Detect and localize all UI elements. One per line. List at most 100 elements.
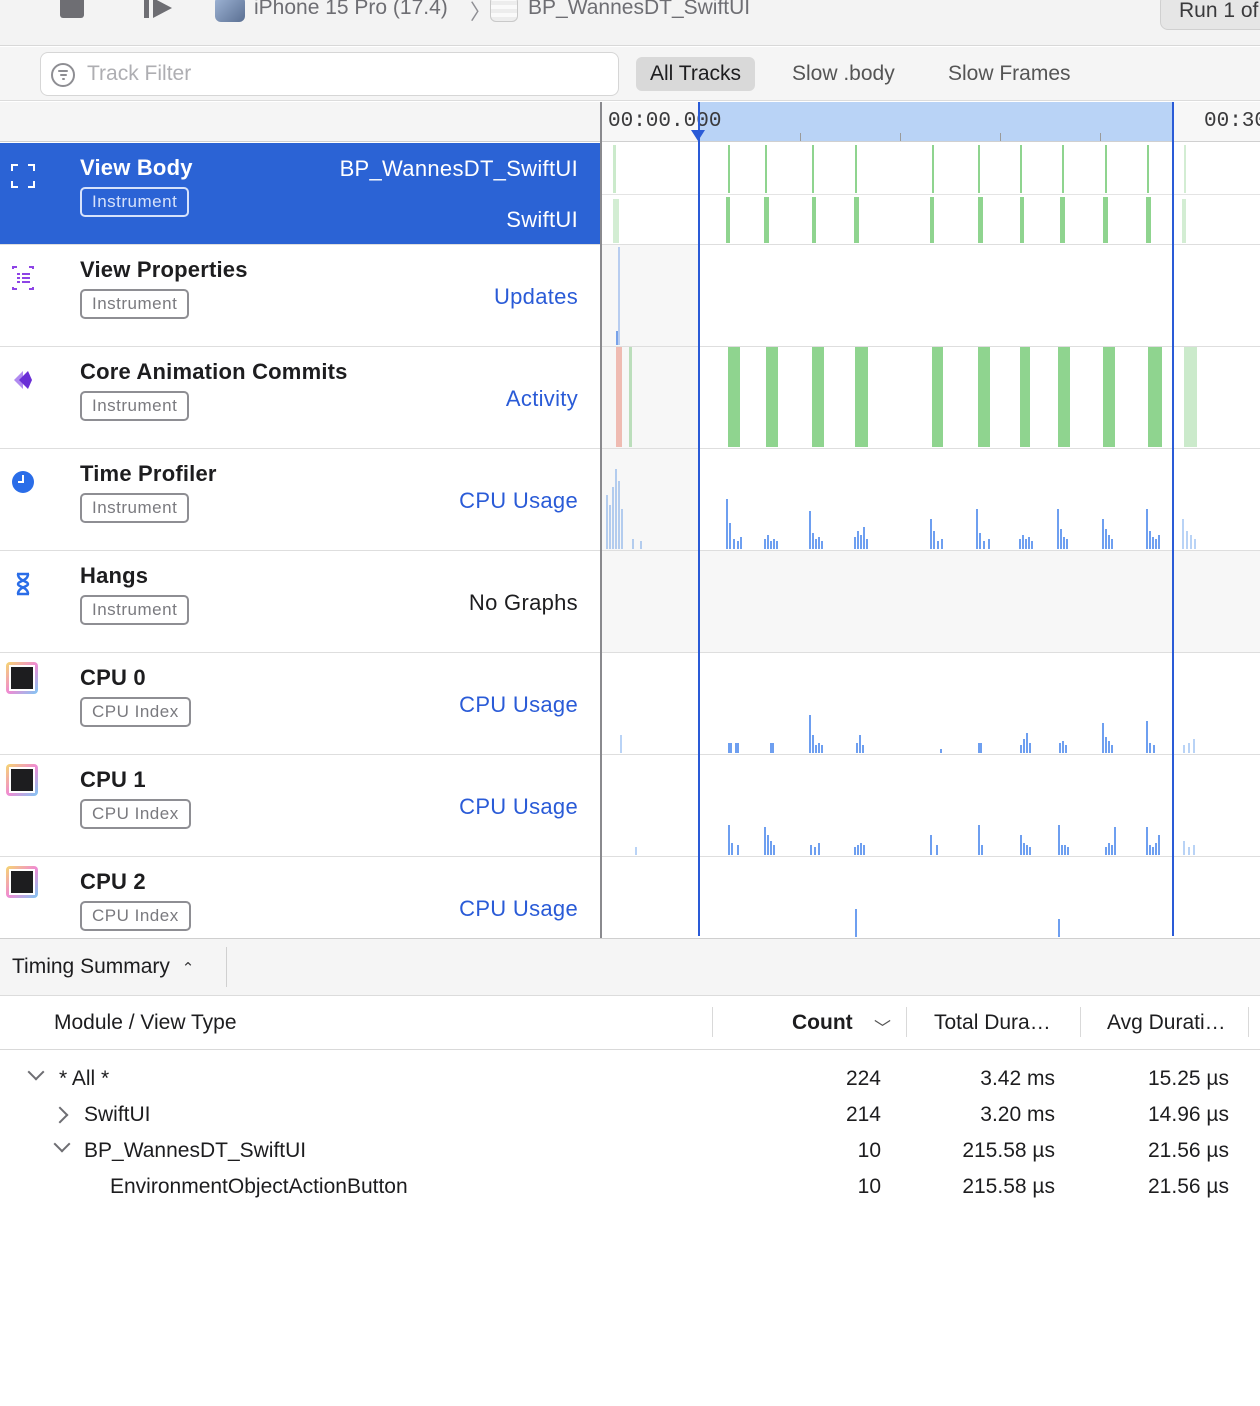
column-avg-duration[interactable]: Avg Durati…	[1107, 1011, 1226, 1035]
timing-summary-label: Timing Summary	[12, 955, 170, 978]
view-properties-graph	[616, 247, 620, 345]
target-label[interactable]: BP_WannesDT_SwiftUI	[528, 0, 750, 20]
track-subtrack-label: CPU Usage	[459, 794, 578, 819]
track-filter-field[interactable]	[40, 52, 619, 96]
time-profiler-icon	[12, 471, 34, 493]
track-label-pane: CPU 2 CPU Index CPU Usage	[0, 857, 600, 937]
column-count[interactable]: Count	[792, 1011, 853, 1035]
summary-table-header: Module / View Type Count ﹀ Total Dura… A…	[0, 997, 1260, 1050]
table-row[interactable]: * All * 224 3.42 ms 15.25 µs	[0, 1061, 1260, 1097]
up-down-chevron-icon: ⌃	[181, 960, 195, 977]
row-avg: 14.96 µs	[1148, 1103, 1229, 1126]
chevron-down-icon[interactable]	[27, 1063, 45, 1081]
track-subtrack-label: Activity	[505, 386, 578, 411]
track-graph[interactable]	[602, 143, 1260, 244]
row-avg: 21.56 µs	[1148, 1139, 1229, 1162]
row-count: 224	[845, 1067, 881, 1090]
device-label[interactable]: iPhone 15 Pro (17.4)	[254, 0, 448, 20]
track-subtrack-label: No Graphs	[468, 590, 578, 615]
track-cpu-1[interactable]: CPU 1 CPU Index CPU Usage	[0, 755, 1260, 857]
app-icon	[490, 0, 518, 22]
run-selector[interactable]: Run 1 of	[1160, 0, 1260, 30]
track-graph[interactable]	[602, 755, 1260, 856]
track-badge: Instrument	[80, 187, 190, 217]
chevron-right-icon[interactable]	[51, 1106, 69, 1124]
run-label: Run 1 of	[1179, 0, 1259, 22]
table-row[interactable]: EnvironmentObjectActionButton 10 215.58 …	[0, 1169, 1260, 1205]
sort-descending-icon[interactable]: ﹀	[874, 1014, 891, 1039]
track-core-animation-commits[interactable]: Core Animation Commits Instrument Activi…	[0, 347, 1260, 449]
selection-start-line[interactable]	[698, 102, 700, 936]
filter-icon	[51, 63, 75, 87]
track-subtrack-label: SwiftUI	[506, 207, 578, 232]
track-graph[interactable]	[602, 449, 1260, 550]
segment-all-tracks[interactable]: All Tracks	[636, 57, 756, 91]
cpu-icon	[6, 662, 38, 694]
track-name: CPU 0	[80, 665, 146, 690]
table-row[interactable]: BP_WannesDT_SwiftUI 10 215.58 µs 21.56 µ…	[0, 1133, 1260, 1169]
track-graph[interactable]	[602, 245, 1260, 346]
row-name: SwiftUI	[84, 1103, 151, 1126]
track-label-pane: View Properties Instrument Updates	[0, 245, 600, 346]
timing-summary-selector[interactable]: Timing Summary ⌃	[12, 955, 194, 979]
ruler-end-time: 00:30	[1204, 110, 1260, 133]
track-graph[interactable]	[602, 857, 1260, 937]
core-animation-icon	[14, 371, 32, 389]
track-hangs[interactable]: Hangs Instrument No Graphs	[0, 551, 1260, 653]
row-avg: 15.25 µs	[1148, 1067, 1229, 1090]
track-graph[interactable]	[602, 347, 1260, 448]
column-module-view-type[interactable]: Module / View Type	[54, 1011, 237, 1035]
segment-slow-body[interactable]: Slow .body	[778, 57, 909, 91]
row-total: 215.58 µs	[962, 1175, 1055, 1198]
track-badge: Instrument	[80, 595, 190, 625]
view-properties-icon	[12, 266, 34, 290]
timeline-ruler[interactable]: 00:00.000 00:30	[602, 102, 1260, 142]
filter-bar: All Tracks Slow .body Slow Frames	[0, 47, 1260, 101]
track-graph[interactable]	[602, 653, 1260, 754]
row-count: 10	[857, 1139, 881, 1162]
track-name: View Body	[80, 155, 193, 180]
row-total: 215.58 µs	[962, 1139, 1055, 1162]
segment-slow-frames[interactable]: Slow Frames	[934, 57, 1085, 91]
row-total: 3.20 ms	[980, 1103, 1055, 1126]
ruler-spacer	[0, 102, 600, 142]
stop-icon[interactable]	[60, 0, 84, 18]
track-cpu-0[interactable]: CPU 0 CPU Index CPU Usage	[0, 653, 1260, 755]
track-split-divider[interactable]	[600, 102, 602, 938]
row-count: 214	[845, 1103, 881, 1126]
time-profiler-graph	[606, 469, 1196, 549]
track-view-properties[interactable]: View Properties Instrument Updates	[0, 245, 1260, 347]
track-subtrack-label: CPU Usage	[459, 692, 578, 717]
core-animation-graph	[616, 347, 1197, 447]
track-label-pane: Time Profiler Instrument CPU Usage	[0, 449, 600, 550]
track-view-body[interactable]: View Body Instrument BP_WannesDT_SwiftUI…	[0, 143, 1260, 245]
track-time-profiler[interactable]: Time Profiler Instrument CPU Usage	[0, 449, 1260, 551]
track-badge: CPU Index	[80, 901, 191, 931]
cpu-icon	[6, 764, 38, 796]
cpu-icon	[6, 866, 38, 898]
hourglass-icon	[16, 572, 30, 596]
track-badge: Instrument	[80, 493, 190, 523]
track-badge: Instrument	[80, 391, 190, 421]
cpu-2-graph	[855, 909, 1060, 937]
table-row[interactable]: SwiftUI 214 3.20 ms 14.96 µs	[0, 1097, 1260, 1133]
track-graph[interactable]	[602, 551, 1260, 652]
detail-bar: Timing Summary ⌃	[0, 938, 1260, 996]
column-total-duration[interactable]: Total Dura…	[934, 1011, 1051, 1035]
play-pause-icon[interactable]	[144, 0, 174, 20]
chevron-down-icon[interactable]	[53, 1135, 71, 1153]
track-filter-input[interactable]	[85, 59, 605, 89]
chevron-right-icon: 〉	[470, 1, 491, 24]
track-label-pane: CPU 1 CPU Index CPU Usage	[0, 755, 600, 856]
track-name: CPU 2	[80, 869, 146, 894]
track-name: Hangs	[80, 563, 149, 588]
selection-end-line[interactable]	[1172, 102, 1174, 936]
track-subtrack-label: CPU Usage	[459, 488, 578, 513]
track-name: View Properties	[80, 257, 248, 282]
row-count: 10	[857, 1175, 881, 1198]
device-icon	[215, 0, 245, 22]
row-name: EnvironmentObjectActionButton	[110, 1175, 408, 1198]
row-name: * All *	[59, 1067, 110, 1090]
track-subtrack-label: BP_WannesDT_SwiftUI	[339, 156, 578, 181]
track-cpu-2[interactable]: CPU 2 CPU Index CPU Usage	[0, 857, 1260, 937]
